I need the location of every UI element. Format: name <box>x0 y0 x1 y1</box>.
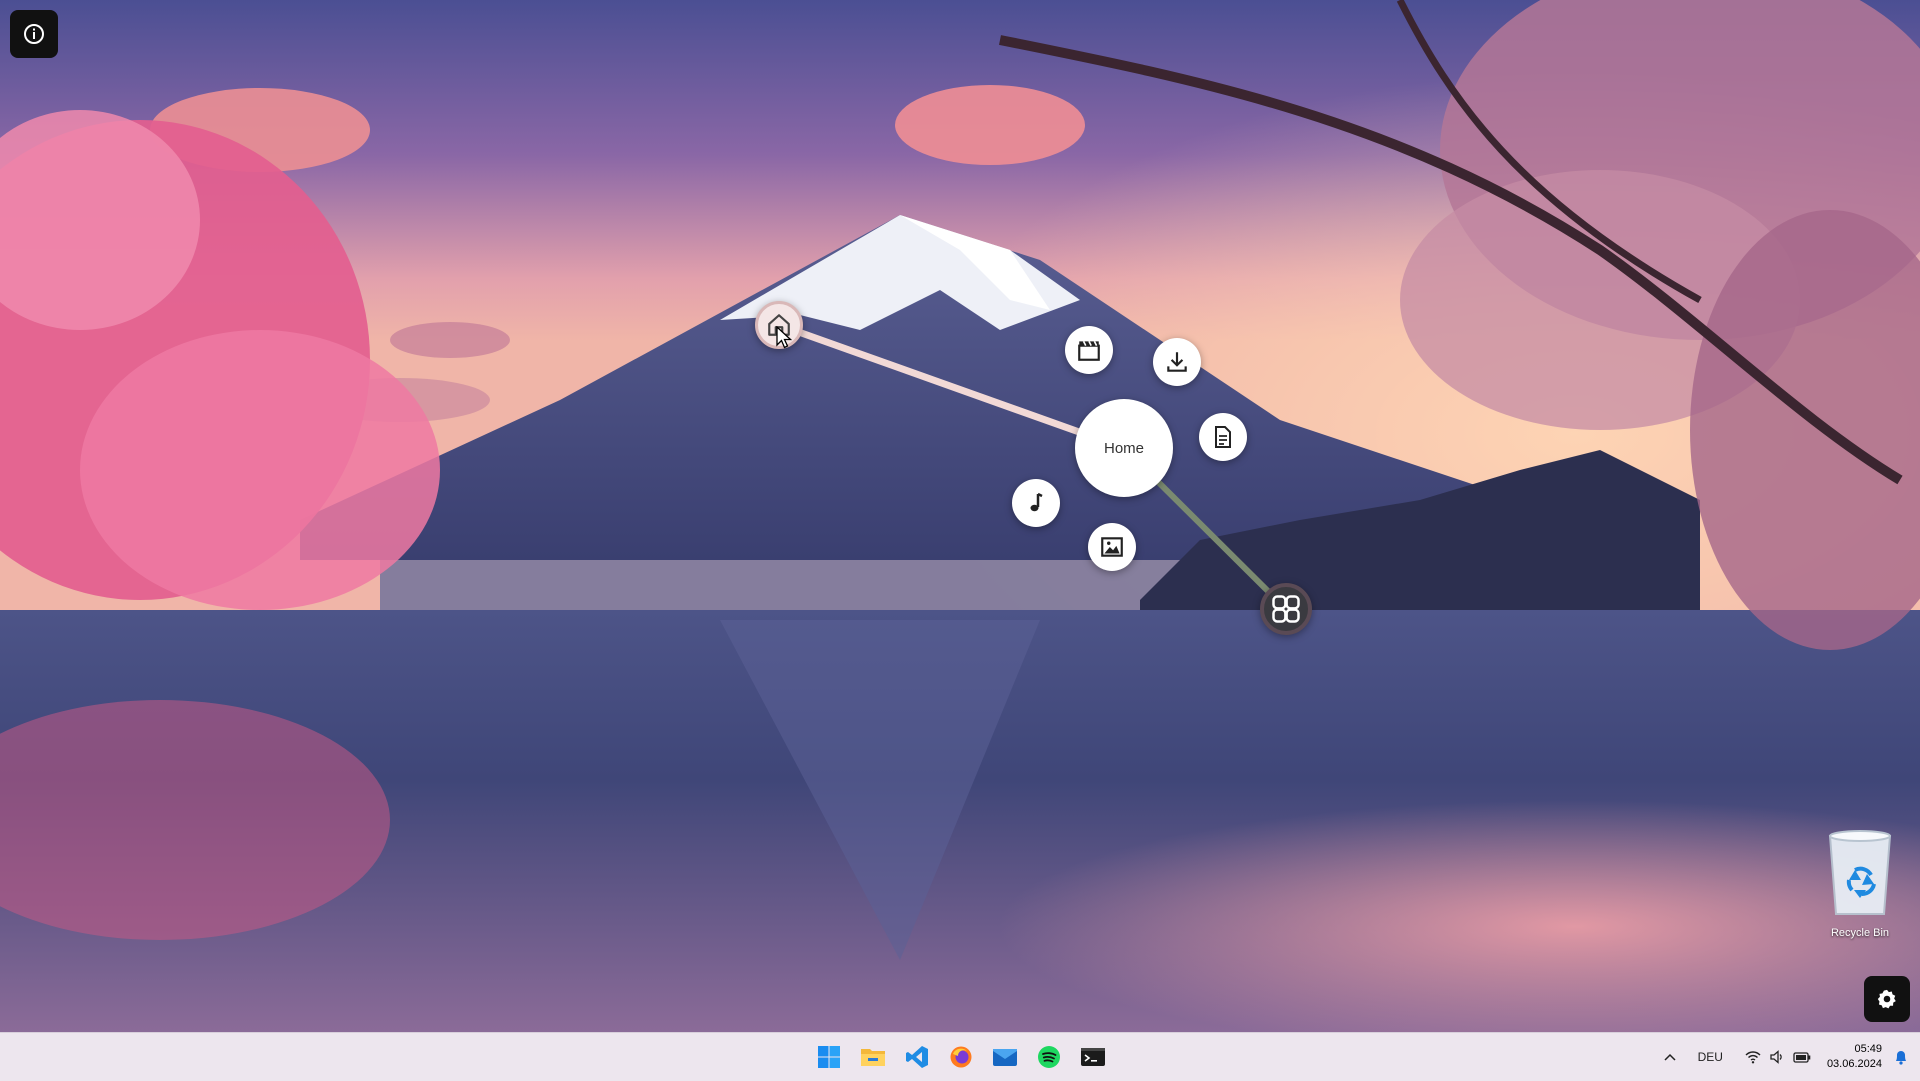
tray-notifications[interactable] <box>1890 1049 1920 1065</box>
mouse-cursor-icon <box>776 326 793 349</box>
radial-item-pictures[interactable] <box>1088 523 1136 571</box>
info-icon <box>24 24 44 44</box>
language-label: DEU <box>1697 1050 1723 1064</box>
document-icon <box>1215 426 1231 448</box>
taskbar-apps <box>813 1041 1109 1073</box>
taskbar-firefox[interactable] <box>945 1041 977 1073</box>
wallpaper-image <box>0 0 1920 1032</box>
volume-icon <box>1770 1050 1782 1064</box>
recycle-bin-icon <box>1828 830 1892 915</box>
clock-date: 03.06.2024 <box>1826 1058 1882 1070</box>
folder-icon <box>861 1049 885 1066</box>
radial-item-music[interactable] <box>1012 479 1060 527</box>
wifi-icon <box>1745 1051 1761 1064</box>
battery-icon <box>1793 1052 1811 1063</box>
recycle-bin[interactable]: Recycle Bin <box>1812 828 1908 939</box>
taskbar-start-button[interactable] <box>813 1041 845 1073</box>
music-note-icon <box>1030 492 1043 512</box>
tray-clock[interactable]: 05:49 03.06.2024 <box>1819 1042 1890 1072</box>
radial-item-downloads[interactable] <box>1153 338 1201 386</box>
taskbar-spotify[interactable] <box>1033 1041 1065 1073</box>
radial-item-documents[interactable] <box>1199 413 1247 461</box>
mail-icon <box>993 1049 1017 1066</box>
movie-clapper-icon <box>1078 340 1100 361</box>
system-tray: DEU 05:49 03.06.2024 <box>1656 1033 1920 1081</box>
download-icon <box>1167 352 1187 372</box>
taskbar-terminal[interactable] <box>1077 1041 1109 1073</box>
radial-item-videos[interactable] <box>1065 326 1113 374</box>
spotify-icon <box>1038 1046 1060 1068</box>
chevron-up-icon <box>1664 1053 1676 1061</box>
tray-quick-settings[interactable] <box>1737 1050 1819 1064</box>
taskbar-file-explorer[interactable] <box>857 1041 889 1073</box>
gear-icon <box>1877 989 1896 1009</box>
firefox-icon <box>950 1046 972 1068</box>
bell-icon <box>1896 1051 1906 1065</box>
taskbar-mail[interactable] <box>989 1041 1021 1073</box>
tray-overflow-button[interactable] <box>1656 1052 1684 1062</box>
tray-language[interactable]: DEU <box>1684 1050 1737 1064</box>
clock-time: 05:49 <box>1854 1043 1882 1055</box>
radial-menu-center-label: Home <box>1103 439 1144 457</box>
terminal-icon <box>1081 1048 1105 1066</box>
windows-start-icon <box>1272 595 1300 623</box>
info-button[interactable] <box>10 10 58 58</box>
desktop: Home Recycle Bin <box>0 0 1920 1032</box>
taskbar-vscode[interactable] <box>901 1041 933 1073</box>
radial-item-start[interactable] <box>1260 583 1312 635</box>
radial-menu-center[interactable]: Home <box>1075 399 1173 497</box>
image-icon <box>1101 537 1123 557</box>
windows-start-icon <box>818 1046 840 1068</box>
vscode-icon <box>906 1046 928 1068</box>
recycle-bin-label: Recycle Bin <box>1830 927 1890 939</box>
settings-button[interactable] <box>1864 976 1910 1022</box>
taskbar: DEU 05:49 03.06.2024 <box>0 1032 1920 1081</box>
